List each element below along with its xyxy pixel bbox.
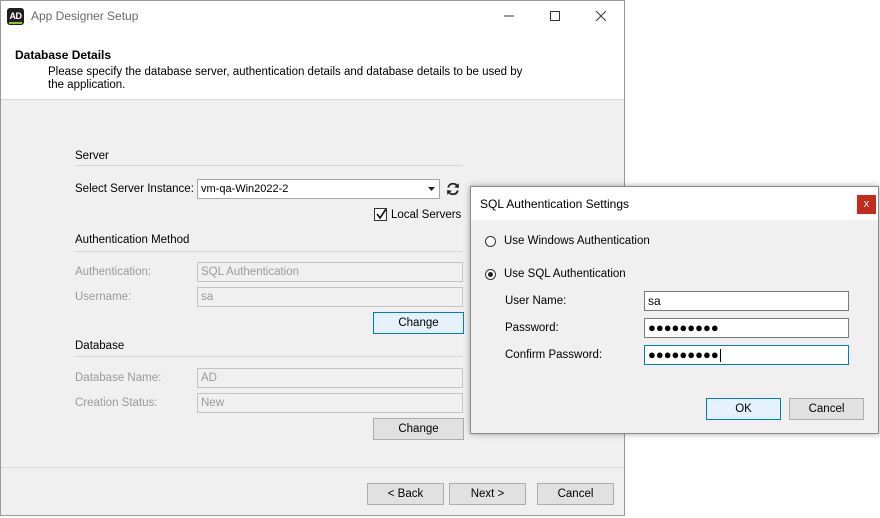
dialog-title-bar: SQL Authentication Settings x bbox=[471, 187, 878, 220]
checkmark-icon bbox=[376, 209, 387, 220]
server-section-divider bbox=[75, 165, 463, 166]
sql-auth-label: Use SQL Authentication bbox=[504, 268, 626, 280]
windows-auth-radio[interactable] bbox=[485, 236, 496, 247]
sql-auth-radio[interactable] bbox=[485, 269, 496, 280]
footer-divider bbox=[1, 467, 624, 468]
database-section-label: Database bbox=[75, 340, 125, 352]
window-title: App Designer Setup bbox=[31, 9, 139, 23]
dialog-cancel-button[interactable]: Cancel bbox=[789, 398, 864, 420]
creation-status-field: New bbox=[197, 393, 463, 413]
windows-auth-label: Use Windows Authentication bbox=[504, 235, 650, 247]
maximize-icon bbox=[550, 11, 560, 21]
page-description: Please specify the database server, auth… bbox=[48, 66, 523, 91]
confirm-password-value: ●●●●●●●●● bbox=[648, 347, 719, 362]
close-icon: x bbox=[863, 198, 870, 210]
database-section-divider bbox=[75, 356, 463, 357]
text-caret bbox=[719, 349, 721, 363]
refresh-icon[interactable] bbox=[444, 180, 462, 198]
title-bar: AD App Designer Setup bbox=[1, 1, 624, 32]
local-servers-checkbox[interactable] bbox=[374, 208, 387, 221]
minimize-button[interactable] bbox=[486, 1, 532, 32]
close-button[interactable] bbox=[578, 1, 624, 32]
server-instance-label: Select Server Instance: bbox=[75, 183, 194, 195]
header-panel: Database Details Please specify the data… bbox=[1, 32, 624, 100]
local-servers-label: Local Servers bbox=[391, 209, 462, 221]
back-button[interactable]: < Back bbox=[367, 483, 444, 505]
maximize-button[interactable] bbox=[532, 1, 578, 32]
creation-status-label: Creation Status: bbox=[75, 397, 158, 409]
authentication-field: SQL Authentication bbox=[197, 262, 463, 282]
ok-button[interactable]: OK bbox=[706, 398, 781, 420]
username-label: Username: bbox=[75, 291, 132, 303]
user-name-label: User Name: bbox=[505, 295, 567, 307]
close-icon bbox=[596, 11, 606, 21]
password-label: Password: bbox=[505, 322, 559, 334]
change-authentication-button[interactable]: Change bbox=[373, 312, 464, 334]
server-instance-dropdown[interactable]: vm-qa-Win2022-2 bbox=[197, 179, 440, 199]
user-name-input[interactable]: sa bbox=[644, 291, 849, 311]
chevron-down-icon bbox=[428, 187, 435, 191]
app-designer-logo-icon: AD bbox=[7, 8, 24, 25]
password-input[interactable]: ●●●●●●●●● bbox=[644, 318, 849, 338]
database-name-field: AD bbox=[197, 368, 463, 388]
minimize-icon bbox=[504, 15, 514, 17]
confirm-password-input[interactable]: ●●●●●●●●● bbox=[644, 345, 849, 365]
page-title: Database Details bbox=[15, 48, 112, 62]
confirm-password-label: Confirm Password: bbox=[505, 349, 603, 361]
database-name-label: Database Name: bbox=[75, 372, 162, 384]
next-button[interactable]: Next > bbox=[449, 483, 526, 505]
cancel-button[interactable]: Cancel bbox=[537, 483, 614, 505]
username-field: sa bbox=[197, 287, 463, 307]
authentication-label: Authentication: bbox=[75, 266, 152, 278]
change-database-button[interactable]: Change bbox=[373, 418, 464, 440]
server-section-label: Server bbox=[75, 150, 109, 162]
dialog-close-button[interactable]: x bbox=[857, 195, 876, 214]
auth-method-section-label: Authentication Method bbox=[75, 234, 190, 246]
dialog-title: SQL Authentication Settings bbox=[480, 197, 629, 211]
sql-authentication-dialog: SQL Authentication Settings x Use Window… bbox=[470, 186, 879, 434]
server-instance-value: vm-qa-Win2022-2 bbox=[201, 183, 289, 195]
auth-method-section-divider bbox=[75, 251, 463, 252]
